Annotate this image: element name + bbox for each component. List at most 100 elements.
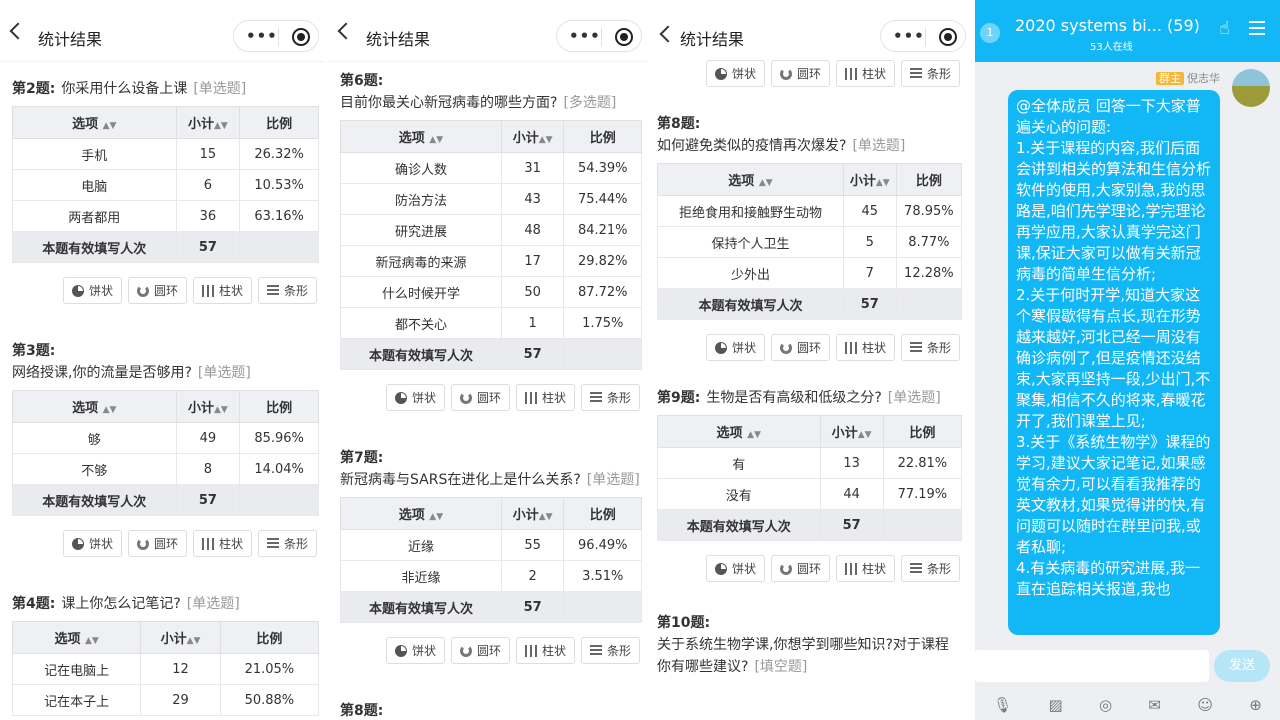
strip-chart-icon xyxy=(589,391,602,404)
table-cell: 新冠病毒的来源 xyxy=(340,245,502,277)
voice-icon[interactable]: 🎙 xyxy=(993,696,1012,714)
bar-button[interactable]: 柱状 xyxy=(835,334,895,361)
survey-content: 第2题: 你采用什么设备上课 [单选题] 选项 ▲▼ 小计▲▼ 比例 手机 15 26.32… xyxy=(0,78,325,716)
col-count[interactable]: 小计▲▼ xyxy=(175,106,241,139)
result-table: 选项 ▲▼ 小计▲▼ 比例 近缘 55 96.49% 非近缘 2 3.51% 本题有效填写人… xyxy=(340,497,642,623)
capsule-divider xyxy=(278,28,279,46)
avatar[interactable] xyxy=(1232,69,1270,107)
table-cell: 本题有效填写人次 xyxy=(657,288,844,320)
table-cell: 14.04% xyxy=(239,453,319,485)
bar-button[interactable]: 柱状 xyxy=(515,384,575,411)
red-packet-icon[interactable]: ✉ xyxy=(1148,696,1161,714)
strip-button[interactable]: 条形 xyxy=(257,277,317,304)
close-target-icon[interactable] xyxy=(615,28,633,46)
menu-icon[interactable] xyxy=(1249,21,1265,35)
table-cell: 3.51% xyxy=(563,560,642,592)
hand-wave-icon[interactable]: ☝ xyxy=(1219,18,1230,39)
table-cell: 电脑 xyxy=(12,169,177,201)
strip-button[interactable]: 条形 xyxy=(580,637,640,664)
bar-button[interactable]: 柱状 xyxy=(192,277,252,304)
question-block: 第10题: 关于系统生物学课,你想学到哪些知识?对于课程你有哪些建议? [填空题] xyxy=(657,612,962,678)
bar-button[interactable]: 柱状 xyxy=(515,637,575,664)
ring-button[interactable]: 圆环 xyxy=(770,60,830,87)
pie-button[interactable]: 饼状 xyxy=(705,60,765,87)
send-button[interactable]: 发送 xyxy=(1214,650,1270,682)
bar-button[interactable]: 柱状 xyxy=(835,60,895,87)
table-row: 够 49 85.96% xyxy=(12,422,319,454)
total-row: 本题有效填写人次 57 xyxy=(657,288,963,320)
col-ratio: 比例 xyxy=(563,497,642,530)
col-count[interactable]: 小计▲▼ xyxy=(819,415,884,448)
col-option[interactable]: 选项 ▲▼ xyxy=(657,163,844,196)
image-icon[interactable]: ▨ xyxy=(1049,696,1063,714)
more-icon[interactable]: ••• xyxy=(246,27,278,45)
table-row: 确诊人数 31 54.39% xyxy=(340,152,642,184)
bar-button[interactable]: 柱状 xyxy=(835,555,895,582)
table-row: 记在本子上 29 50.88% xyxy=(11,684,320,716)
col-ratio: 比例 xyxy=(882,415,963,448)
bar-chart-icon xyxy=(844,562,857,575)
col-option[interactable]: 选项 ▲▼ xyxy=(340,497,502,530)
strip-chart-icon xyxy=(909,67,922,80)
strip-button[interactable]: 条形 xyxy=(257,530,317,557)
pie-button[interactable]: 饼状 xyxy=(705,334,765,361)
camera-icon[interactable]: ◎ xyxy=(1099,696,1112,714)
pie-button[interactable]: 饼状 xyxy=(62,530,122,557)
table-cell: 43 xyxy=(500,183,565,215)
close-target-icon[interactable] xyxy=(939,28,957,46)
col-count[interactable]: 小计▲▼ xyxy=(175,390,241,423)
col-option[interactable]: 选项 ▲▼ xyxy=(11,621,142,654)
table-cell: 确诊人数 xyxy=(340,152,502,184)
emoji-icon[interactable]: ☺ xyxy=(1197,696,1213,714)
ring-button[interactable]: 圆环 xyxy=(770,334,830,361)
bar-button[interactable]: 柱状 xyxy=(192,530,252,557)
plus-icon[interactable]: ⊕ xyxy=(1249,696,1262,714)
table-cell: 57 xyxy=(500,338,565,370)
ring-icon xyxy=(459,644,472,657)
pie-button[interactable]: 饼状 xyxy=(62,277,122,304)
bar-chart-icon xyxy=(844,341,857,354)
pie-icon xyxy=(394,391,407,404)
back-icon[interactable] xyxy=(659,25,677,43)
question-block: 第4题: 课上你怎么记笔记? [单选题] 选项 ▲▼ 小计▲▼ 比例 记在电脑上 12 21… xyxy=(11,593,320,716)
table-cell: 2 xyxy=(500,560,565,592)
col-option[interactable]: 选项 ▲▼ xyxy=(340,120,502,153)
col-option[interactable]: 选项 ▲▼ xyxy=(12,106,177,139)
pie-button[interactable]: 饼状 xyxy=(705,555,765,582)
result-table: 选项 ▲▼ 小计▲▼ 比例 确诊人数 31 54.39% 防治方法 43 75.44% 研究… xyxy=(340,120,642,370)
more-icon[interactable]: ••• xyxy=(893,27,925,45)
mini-program-capsule: ••• xyxy=(556,20,642,52)
table-cell: 保持个人卫生 xyxy=(657,226,844,258)
question-block: 第8题: xyxy=(340,700,642,720)
mini-program-capsule: ••• xyxy=(233,20,319,52)
table-cell: 1 xyxy=(500,307,565,339)
chat-toolbar: 🎙 ▨ ◎ ✉ ☺ ⊕ xyxy=(975,690,1280,720)
back-icon[interactable] xyxy=(9,22,27,40)
col-count[interactable]: 小计▲▼ xyxy=(140,621,221,654)
col-count[interactable]: 小计▲▼ xyxy=(842,163,897,196)
ring-button[interactable]: 圆环 xyxy=(770,555,830,582)
strip-button[interactable]: 条形 xyxy=(900,555,960,582)
message-input[interactable] xyxy=(975,650,1209,682)
mini-program-capsule: ••• xyxy=(880,20,966,52)
ring-button[interactable]: 圆环 xyxy=(450,384,510,411)
col-count[interactable]: 小计▲▼ xyxy=(500,120,565,153)
back-icon[interactable] xyxy=(337,22,355,40)
ring-button[interactable]: 圆环 xyxy=(450,637,510,664)
col-count[interactable]: 小计▲▼ xyxy=(500,497,565,530)
unread-badge[interactable]: 1 xyxy=(980,23,1000,43)
ring-button[interactable]: 圆环 xyxy=(127,530,187,557)
col-option[interactable]: 选项 ▲▼ xyxy=(657,415,821,448)
table-cell: 96.49% xyxy=(563,529,642,561)
table-cell: 非近缘 xyxy=(340,560,502,592)
col-option[interactable]: 选项 ▲▼ xyxy=(12,390,177,423)
close-target-icon[interactable] xyxy=(292,28,310,46)
more-icon[interactable]: ••• xyxy=(569,27,601,45)
table-cell: 手机 xyxy=(12,138,177,170)
strip-button[interactable]: 条形 xyxy=(900,60,960,87)
pie-button[interactable]: 饼状 xyxy=(385,637,445,664)
strip-button[interactable]: 条形 xyxy=(900,334,960,361)
pie-button[interactable]: 饼状 xyxy=(385,384,445,411)
strip-button[interactable]: 条形 xyxy=(580,384,640,411)
ring-button[interactable]: 圆环 xyxy=(127,277,187,304)
